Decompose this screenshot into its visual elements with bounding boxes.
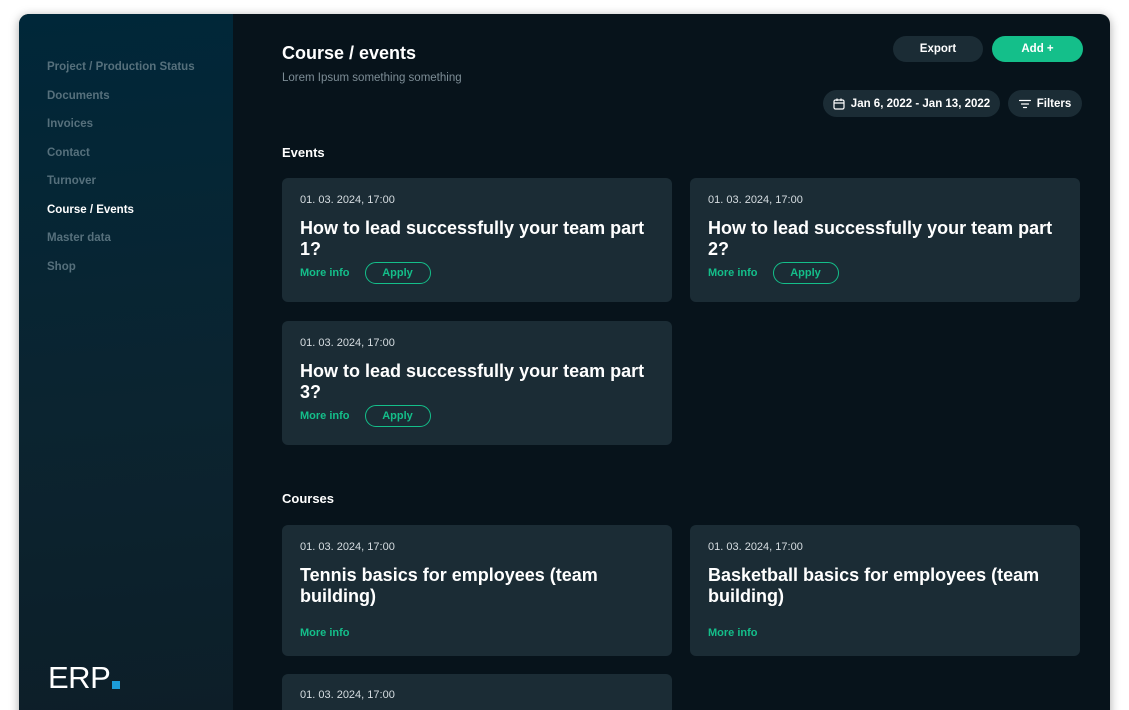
- sidebar: Project / Production Status Documents In…: [19, 14, 233, 710]
- course-card: 01. 03. 2024, 17:00 Basketball basics fo…: [690, 525, 1080, 656]
- sidebar-nav: Project / Production Status Documents In…: [47, 58, 195, 286]
- filter-icon: [1018, 99, 1031, 109]
- sidebar-item-turnover[interactable]: Turnover: [47, 172, 195, 201]
- app-window: Project / Production Status Documents In…: [19, 14, 1110, 710]
- date-range-label: Jan 6, 2022 - Jan 13, 2022: [850, 97, 991, 110]
- page-subtitle: Lorem Ipsum something something: [282, 72, 462, 84]
- more-info-link[interactable]: More info: [708, 267, 758, 279]
- sidebar-item-project-status[interactable]: Project / Production Status: [47, 58, 195, 87]
- sidebar-item-course-events[interactable]: Course / Events: [47, 201, 195, 230]
- apply-button[interactable]: Apply: [364, 405, 431, 427]
- event-date: 01. 03. 2024, 17:00: [300, 194, 395, 206]
- sidebar-item-contact[interactable]: Contact: [47, 144, 195, 173]
- date-range-button[interactable]: Jan 6, 2022 - Jan 13, 2022: [823, 90, 1000, 117]
- course-date: 01. 03. 2024, 17:00: [708, 541, 803, 553]
- logo-dot-icon: [112, 681, 121, 689]
- events-section-title: Events: [282, 145, 325, 160]
- course-date: 01. 03. 2024, 17:00: [300, 689, 395, 701]
- sidebar-item-invoices[interactable]: Invoices: [47, 115, 195, 144]
- logo-text: ERP: [48, 660, 111, 695]
- main-content: Course / events Lorem Ipsum something so…: [233, 14, 1110, 710]
- apply-button[interactable]: Apply: [772, 262, 839, 284]
- event-actions: More info Apply: [708, 262, 839, 284]
- filters-button[interactable]: Filters: [1008, 90, 1082, 117]
- sidebar-item-shop[interactable]: Shop: [47, 258, 195, 287]
- more-info-link[interactable]: More info: [300, 627, 350, 639]
- event-date: 01. 03. 2024, 17:00: [300, 337, 395, 349]
- sidebar-item-master-data[interactable]: Master data: [47, 229, 195, 258]
- event-title: How to lead successfully your team part …: [300, 361, 645, 402]
- logo: ERP: [48, 660, 121, 695]
- event-date: 01. 03. 2024, 17:00: [708, 194, 803, 206]
- courses-section-title: Courses: [282, 491, 335, 506]
- more-info-link[interactable]: More info: [708, 627, 758, 639]
- more-info-link[interactable]: More info: [300, 267, 350, 279]
- event-card: 01. 03. 2024, 17:00 How to lead successf…: [282, 321, 672, 445]
- course-actions: More info: [708, 627, 758, 639]
- course-title: Tennis basics for employees (team buildi…: [300, 565, 598, 606]
- event-card: 01. 03. 2024, 17:00 How to lead successf…: [690, 178, 1080, 302]
- course-title: Basketball basics for employees (team bu…: [708, 565, 1040, 606]
- event-card: 01. 03. 2024, 17:00 How to lead successf…: [282, 178, 672, 302]
- add-button[interactable]: Add +: [992, 36, 1083, 62]
- filters-label: Filters: [1036, 97, 1072, 110]
- course-card: 01. 03. 2024, 17:00: [282, 674, 672, 710]
- course-card: 01. 03. 2024, 17:00 Tennis basics for em…: [282, 525, 672, 656]
- course-date: 01. 03. 2024, 17:00: [300, 541, 395, 553]
- event-title: How to lead successfully your team part …: [300, 218, 645, 259]
- event-actions: More info Apply: [300, 262, 431, 284]
- apply-button[interactable]: Apply: [364, 262, 431, 284]
- event-actions: More info Apply: [300, 405, 431, 427]
- more-info-link[interactable]: More info: [300, 410, 350, 422]
- sidebar-item-documents[interactable]: Documents: [47, 87, 195, 116]
- event-title: How to lead successfully your team part …: [708, 218, 1053, 259]
- course-actions: More info: [300, 627, 350, 639]
- page-title: Course / events: [282, 43, 417, 63]
- calendar-icon: [833, 98, 845, 110]
- export-button[interactable]: Export: [893, 36, 983, 62]
